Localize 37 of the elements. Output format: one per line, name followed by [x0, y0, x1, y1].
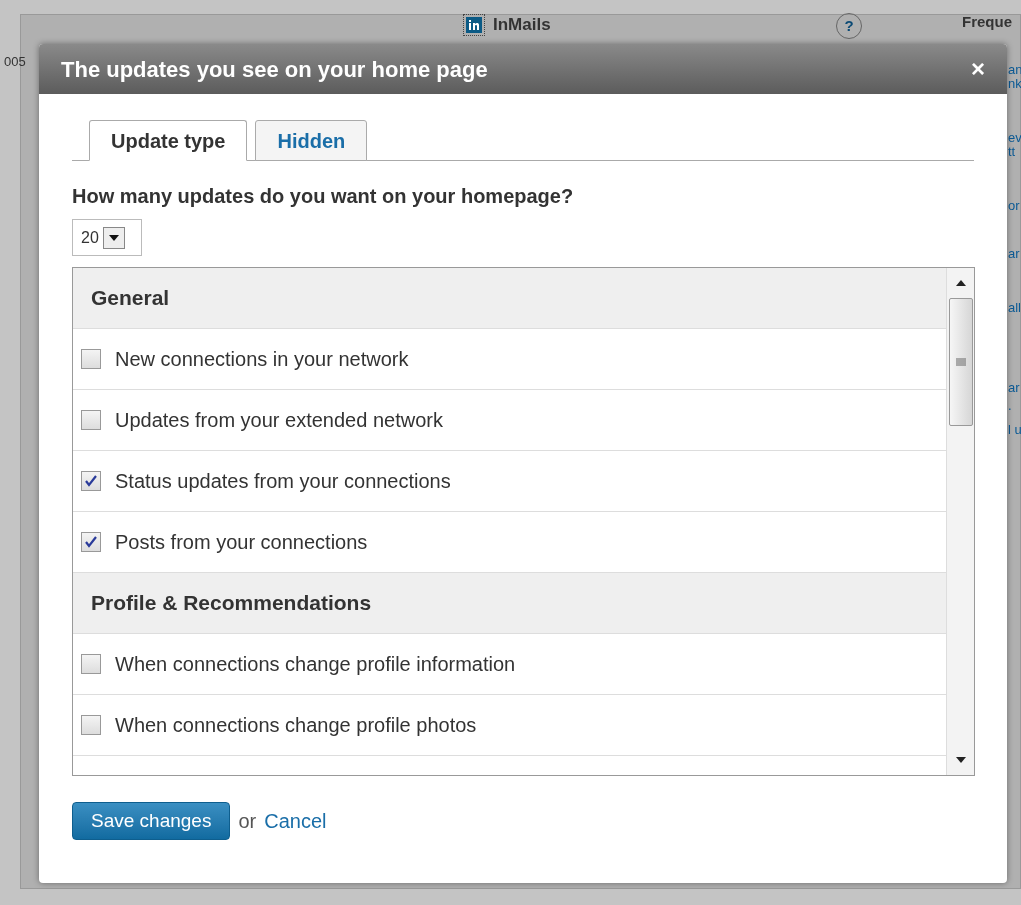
close-button[interactable]: × — [971, 57, 985, 81]
option-label: Status updates from your connections — [115, 469, 451, 494]
section-header: Profile & Recommendations — [73, 573, 946, 634]
question-label: How many updates do you want on your homepage? — [72, 184, 575, 209]
checkbox[interactable] — [81, 471, 101, 491]
tab[interactable]: Update type — [89, 120, 248, 161]
dialog-title: The updates you see on your home page — [61, 55, 488, 84]
section-header: General — [73, 268, 946, 329]
link-fragment: . — [1008, 397, 1012, 415]
count-select[interactable]: 20 — [72, 219, 142, 256]
column-heading: Freque — [962, 12, 1012, 32]
option-label: New connections in your network — [115, 347, 409, 372]
or-text: or — [238, 809, 257, 834]
linkedin-icon — [463, 13, 485, 36]
checkbox[interactable] — [81, 349, 101, 369]
option-label: Posts from your connections — [115, 530, 368, 555]
link-fragment: ar — [1008, 245, 1020, 263]
link-fragment: or — [1008, 197, 1020, 215]
checkbox[interactable] — [81, 654, 101, 674]
link-fragment: ar — [1008, 379, 1020, 397]
cancel-link[interactable]: Cancel — [264, 806, 327, 836]
checkbox[interactable] — [81, 410, 101, 430]
checkbox[interactable] — [81, 715, 101, 735]
scroll-down-icon[interactable] — [955, 757, 966, 763]
option-label: When connections change profile photos — [115, 713, 477, 738]
save-button[interactable]: Save changes — [72, 802, 231, 840]
scrollbar[interactable] — [946, 268, 974, 775]
inmails-label: InMails — [493, 14, 551, 36]
checkbox[interactable] — [81, 532, 101, 552]
link-fragment: l u — [1008, 421, 1021, 439]
tab[interactable]: Hidden — [255, 120, 368, 161]
scroll-thumb[interactable] — [948, 298, 973, 426]
page-text: 005 — [4, 53, 26, 71]
scroll-up-icon[interactable] — [955, 280, 966, 286]
link-fragment: all — [1008, 299, 1021, 317]
option-label: When connections change profile information — [115, 652, 516, 677]
option-label: Updates from your extended network — [115, 408, 443, 433]
